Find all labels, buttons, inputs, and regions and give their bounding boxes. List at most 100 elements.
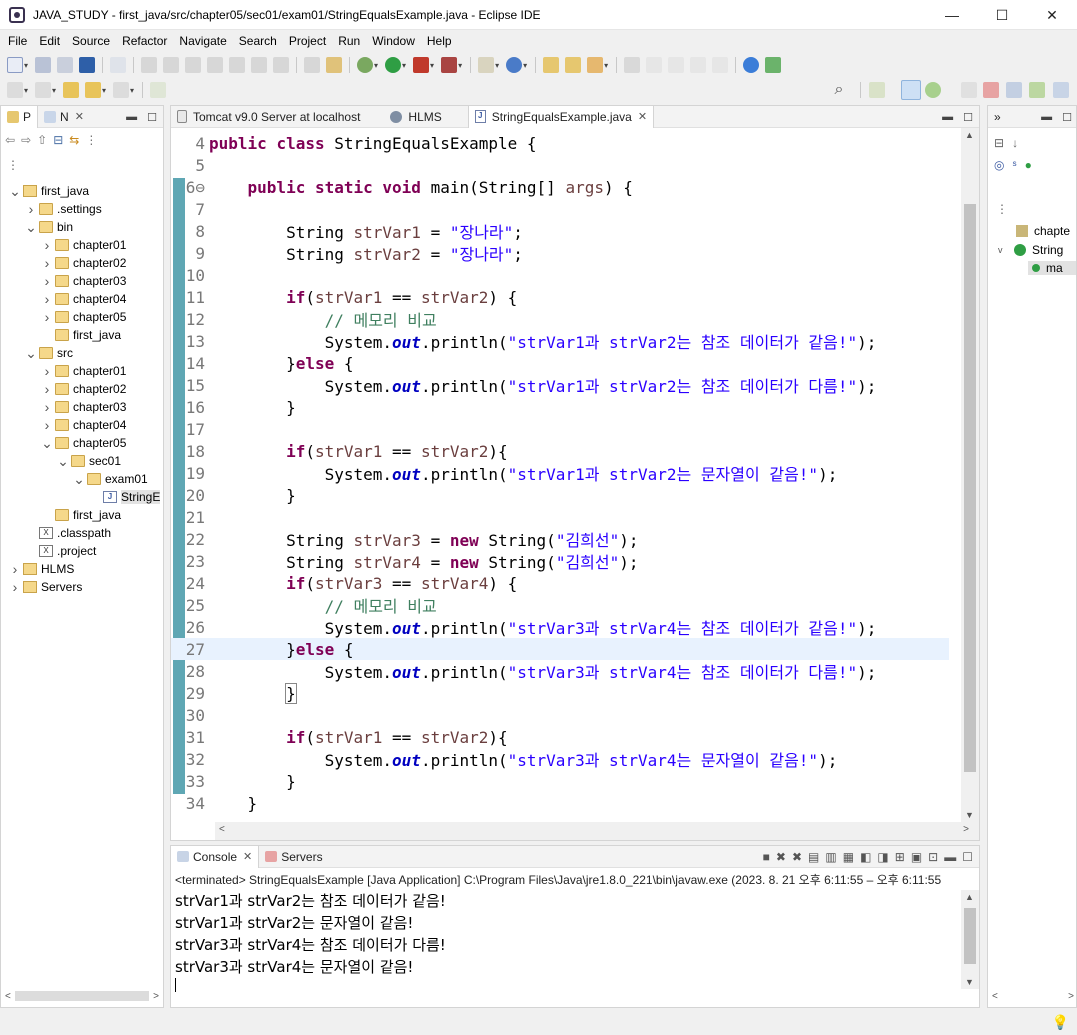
code-line[interactable]: 20 }: [171, 484, 949, 506]
search-tool-icon[interactable]: [587, 57, 604, 73]
disconnect-icon[interactable]: [207, 57, 224, 73]
code-line[interactable]: 10: [171, 264, 949, 286]
outline-item-class[interactable]: v String: [998, 243, 1063, 257]
maximize-view-icon[interactable]: ☐: [962, 850, 973, 864]
code-line[interactable]: 27 }else {: [171, 638, 949, 660]
new-icon[interactable]: [7, 57, 23, 73]
navigator-view-icon[interactable]: [1029, 82, 1045, 98]
scroll-left-icon[interactable]: <: [992, 991, 998, 1002]
word-wrap-icon[interactable]: ▦: [843, 850, 854, 864]
collapsed-arrow-icon[interactable]: ›: [41, 273, 53, 289]
tree-item[interactable]: › HLMS: [1, 560, 163, 578]
collapsed-arrow-icon[interactable]: ›: [41, 363, 53, 379]
code-line[interactable]: 11 if(strVar1 == strVar2) {: [171, 286, 949, 308]
code-line[interactable]: 29 }: [171, 682, 949, 704]
tree-item[interactable]: ⌄ exam01: [1, 470, 163, 488]
scroll-right-icon[interactable]: >: [963, 824, 969, 835]
code-line[interactable]: 17: [171, 418, 949, 440]
debug-perspective-icon[interactable]: [925, 82, 941, 98]
new-class-dropdown-icon[interactable]: ▾: [523, 61, 527, 70]
tree-item[interactable]: ⌄ src: [1, 344, 163, 362]
tree-item[interactable]: X .project: [1, 542, 163, 560]
forward-icon[interactable]: [113, 82, 130, 98]
expanded-arrow-icon[interactable]: ⌄: [41, 435, 53, 452]
code-line[interactable]: 6⊖ public static void main(String[] args…: [171, 176, 949, 198]
tree-item[interactable]: › Servers: [1, 578, 163, 596]
menu-refactor[interactable]: Refactor: [116, 34, 173, 48]
tab-package-explorer[interactable]: P: [1, 105, 39, 128]
block-selection-icon[interactable]: [668, 57, 685, 73]
tab-console[interactable]: Console ✕: [171, 845, 260, 868]
view-menu-icon[interactable]: ⋮: [996, 202, 1008, 216]
menu-navigate[interactable]: Navigate: [173, 34, 232, 48]
minimize-view-icon[interactable]: ▬: [1041, 111, 1052, 123]
step-over-icon[interactable]: [251, 57, 268, 73]
minimize-view-icon[interactable]: ▬: [126, 111, 137, 123]
tree-item[interactable]: X .classpath: [1, 524, 163, 542]
new-java-project-icon[interactable]: [478, 57, 495, 73]
run-server-icon[interactable]: [413, 57, 430, 73]
word-wrap-icon[interactable]: [690, 57, 707, 73]
expanded-arrow-icon[interactable]: ⌄: [57, 453, 69, 470]
terminal-icon[interactable]: [79, 57, 96, 73]
open-console-icon[interactable]: ⊡: [928, 850, 938, 864]
code-line[interactable]: 33 }: [171, 770, 949, 792]
tree-item[interactable]: › chapter03: [1, 398, 163, 416]
outline-view-icon[interactable]: [1006, 82, 1022, 98]
code-line[interactable]: 14 }else {: [171, 352, 949, 374]
previous-annotation-icon[interactable]: [35, 82, 52, 98]
tree-item[interactable]: › chapter04: [1, 416, 163, 434]
code-line[interactable]: 16 }: [171, 396, 949, 418]
more-views-icon[interactable]: »: [994, 110, 1001, 124]
tree-item[interactable]: first_java: [1, 326, 163, 344]
tree-item[interactable]: › chapter01: [1, 362, 163, 380]
maximize-button[interactable]: ☐: [977, 0, 1027, 30]
new-class-icon[interactable]: [506, 57, 523, 73]
tree-item[interactable]: › chapter05: [1, 308, 163, 326]
tab-stringequalsexample[interactable]: J StringEqualsExample.java ✕: [467, 105, 655, 128]
menu-run[interactable]: Run: [332, 34, 366, 48]
save-all-icon[interactable]: [57, 57, 74, 73]
collapsed-arrow-icon[interactable]: ›: [41, 417, 53, 433]
lightbulb-icon[interactable]: 💡: [1052, 1014, 1069, 1031]
outline-hscroll[interactable]: < >: [992, 989, 1074, 1003]
collapsed-arrow-icon[interactable]: ›: [41, 381, 53, 397]
maximize-view-icon[interactable]: ☐: [963, 111, 973, 124]
scroll-left-icon[interactable]: <: [5, 991, 11, 1002]
search-icon[interactable]: ⌕: [831, 82, 847, 98]
next-annotation-icon[interactable]: [7, 82, 23, 98]
collapsed-arrow-icon[interactable]: ›: [41, 291, 53, 307]
console-vscroll[interactable]: ▲ ▼: [961, 890, 979, 989]
terminate-icon[interactable]: [185, 57, 202, 73]
collapsed-arrow-icon[interactable]: ›: [9, 579, 21, 595]
toggle-edit-icon[interactable]: [646, 57, 663, 73]
tree-item[interactable]: first_java: [1, 506, 163, 524]
hide-fields-icon[interactable]: ◎: [994, 158, 1004, 172]
editor-vscroll[interactable]: ▲ ▼: [961, 128, 979, 822]
outline-item-method[interactable]: ma: [1028, 261, 1076, 275]
debug-dropdown-icon[interactable]: ▾: [374, 61, 378, 70]
code-line[interactable]: 12 // 메모리 비교: [171, 308, 949, 331]
code-line[interactable]: 32 System.out.println("strVar3과 strVar4는…: [171, 748, 949, 771]
restore-icon[interactable]: [961, 82, 977, 98]
scroll-up-icon[interactable]: ▲: [965, 130, 974, 140]
collapsed-arrow-icon[interactable]: ›: [9, 561, 21, 577]
show-whitespace-icon[interactable]: [712, 57, 729, 73]
link-with-editor-icon[interactable]: ⇆: [69, 133, 79, 147]
skip-breakpoints-icon[interactable]: [110, 57, 127, 73]
expanded-arrow-icon[interactable]: ⌄: [25, 345, 37, 362]
code-line[interactable]: 23 String strVar4 = new String("김희선");: [171, 550, 949, 573]
external-tools-icon[interactable]: [441, 57, 458, 73]
servers-view-icon[interactable]: [983, 82, 999, 98]
code-line[interactable]: 22 String strVar3 = new String("김희선");: [171, 528, 949, 551]
scroll-lock-icon[interactable]: ▥: [825, 850, 836, 864]
save-icon[interactable]: [35, 57, 52, 73]
console-view-icon[interactable]: [1053, 82, 1069, 98]
menu-source[interactable]: Source: [66, 34, 116, 48]
tab-servers[interactable]: Servers: [259, 846, 328, 868]
pin-editor-icon[interactable]: [150, 82, 167, 98]
previous-annotation-dropdown-icon[interactable]: ▾: [52, 86, 56, 95]
tree-item[interactable]: › chapter01: [1, 236, 163, 254]
tree-item[interactable]: ⌄ bin: [1, 218, 163, 236]
minimize-view-icon[interactable]: ▬: [942, 111, 953, 123]
